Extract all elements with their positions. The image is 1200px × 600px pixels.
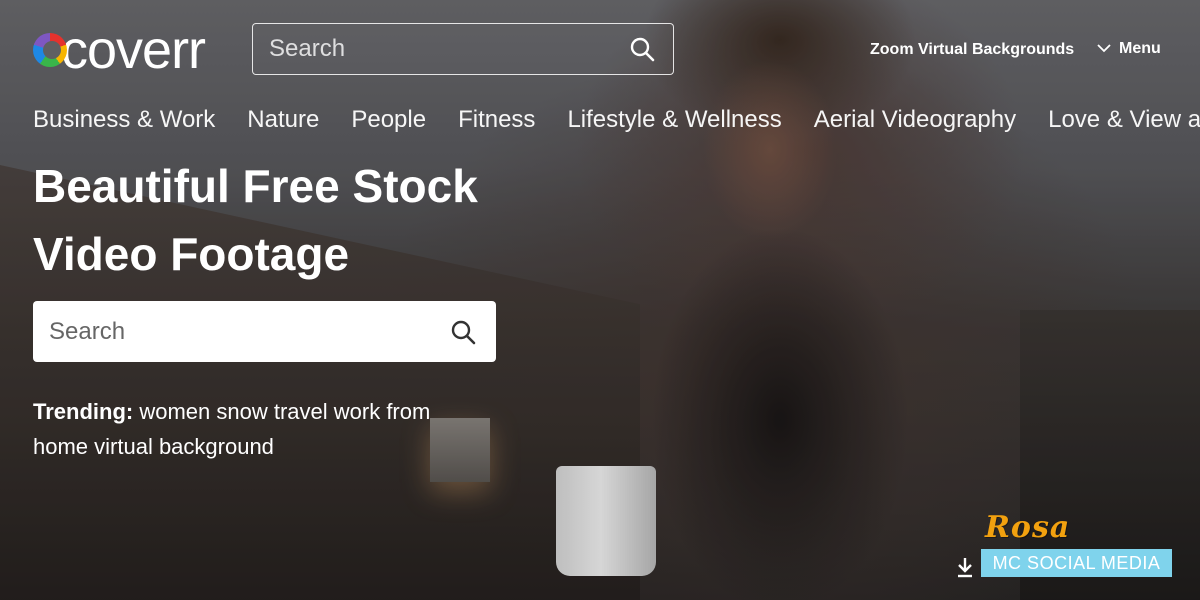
category-people[interactable]: People [351, 106, 426, 134]
header-search-box[interactable] [252, 23, 674, 75]
hero-title-line2: Video Footage [33, 228, 350, 280]
search-icon[interactable] [629, 36, 655, 67]
menu-button[interactable]: Menu [1097, 40, 1161, 58]
zoom-virtual-backgrounds-link[interactable]: Zoom Virtual Backgrounds [870, 41, 1074, 59]
hero-title-line1: Beautiful Free Stock [33, 160, 478, 212]
category-nav: Business & Work Nature People Fitness Li… [33, 106, 1200, 134]
watermark-badge: MC SOCIAL MEDIA [981, 549, 1172, 577]
header-search-input[interactable] [253, 34, 611, 64]
category-fitness[interactable]: Fitness [458, 106, 535, 134]
trending-label: Trending: [33, 399, 134, 424]
category-nature[interactable]: Nature [247, 106, 319, 134]
category-love-view-all[interactable]: Love & View all [1048, 106, 1200, 134]
hero-search-box[interactable] [33, 301, 496, 362]
menu-label: Menu [1119, 40, 1161, 57]
category-lifestyle-wellness[interactable]: Lifestyle & Wellness [567, 106, 781, 134]
category-aerial-videography[interactable]: Aerial Videography [814, 106, 1016, 134]
chevron-down-icon [1097, 40, 1111, 58]
trending-section: Trending: women snow travel work from ho… [33, 394, 473, 464]
category-business-work[interactable]: Business & Work [33, 106, 215, 134]
logo-text: coverr [61, 20, 206, 80]
download-icon[interactable] [955, 556, 975, 583]
logo-rainbow-icon [33, 33, 67, 67]
hero-search-input[interactable] [33, 316, 441, 347]
coverr-logo[interactable]: coverr [33, 20, 206, 80]
search-icon[interactable] [450, 319, 476, 350]
hero-title: Beautiful Free Stock Video Footage [33, 152, 553, 288]
